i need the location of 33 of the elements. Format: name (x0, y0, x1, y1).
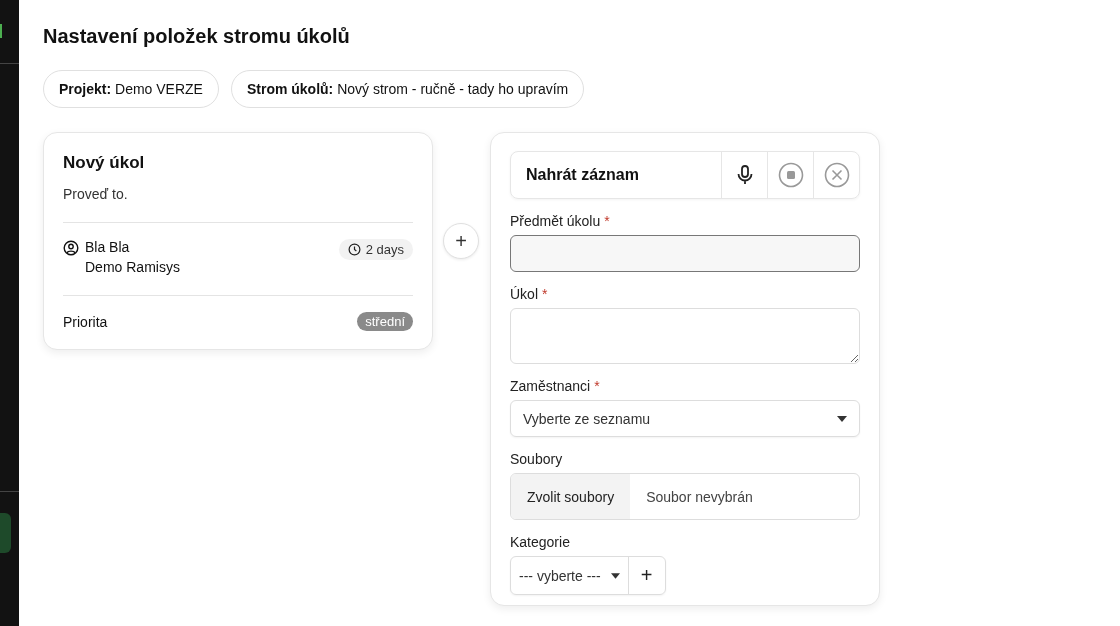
file-field[interactable]: Zvolit soubory Soubor nevybrán (510, 473, 860, 520)
company-name: Demo Ramisys (85, 259, 181, 275)
task-title: Nový úkol (63, 153, 146, 173)
caret-icon (610, 572, 620, 579)
recorder-label: Nahrát záznam (525, 165, 640, 185)
page-title: Nastavení položek stromu úkolů (43, 25, 351, 48)
required-mark: * (594, 378, 600, 394)
task-description: Proveď to. (63, 186, 129, 202)
required-mark: * (604, 213, 610, 229)
category-select[interactable]: --- vyberte --- (511, 557, 629, 594)
nav-item[interactable] (0, 513, 11, 553)
field-label: Kategorie (510, 534, 570, 550)
user-icon (63, 240, 79, 256)
choose-files-button[interactable]: Zvolit soubory (511, 474, 631, 519)
clock-icon (347, 243, 361, 256)
caret-icon (837, 415, 847, 422)
text-field[interactable] (510, 235, 860, 272)
file-status: Soubor nevybrán (645, 487, 753, 507)
duration-text: 2 days (365, 242, 404, 257)
required-mark: * (542, 286, 548, 302)
add-button[interactable]: + (443, 223, 479, 259)
select-field[interactable]: Vyberte ze seznamu (510, 400, 860, 437)
priority-badge: střední (357, 312, 413, 331)
field-label: Soubory (510, 451, 563, 467)
field-label: Předmět úkolu (510, 213, 601, 229)
field-label: Úkol (510, 286, 538, 302)
field-label: Zaměstnanci (510, 378, 591, 394)
close-icon (823, 162, 850, 188)
assignee-name: Bla Bla (85, 239, 131, 255)
stop-icon (777, 162, 804, 188)
nav-indicator (0, 24, 2, 38)
priority-label: Priorita (63, 313, 108, 330)
add-category-button[interactable]: + (628, 557, 665, 594)
